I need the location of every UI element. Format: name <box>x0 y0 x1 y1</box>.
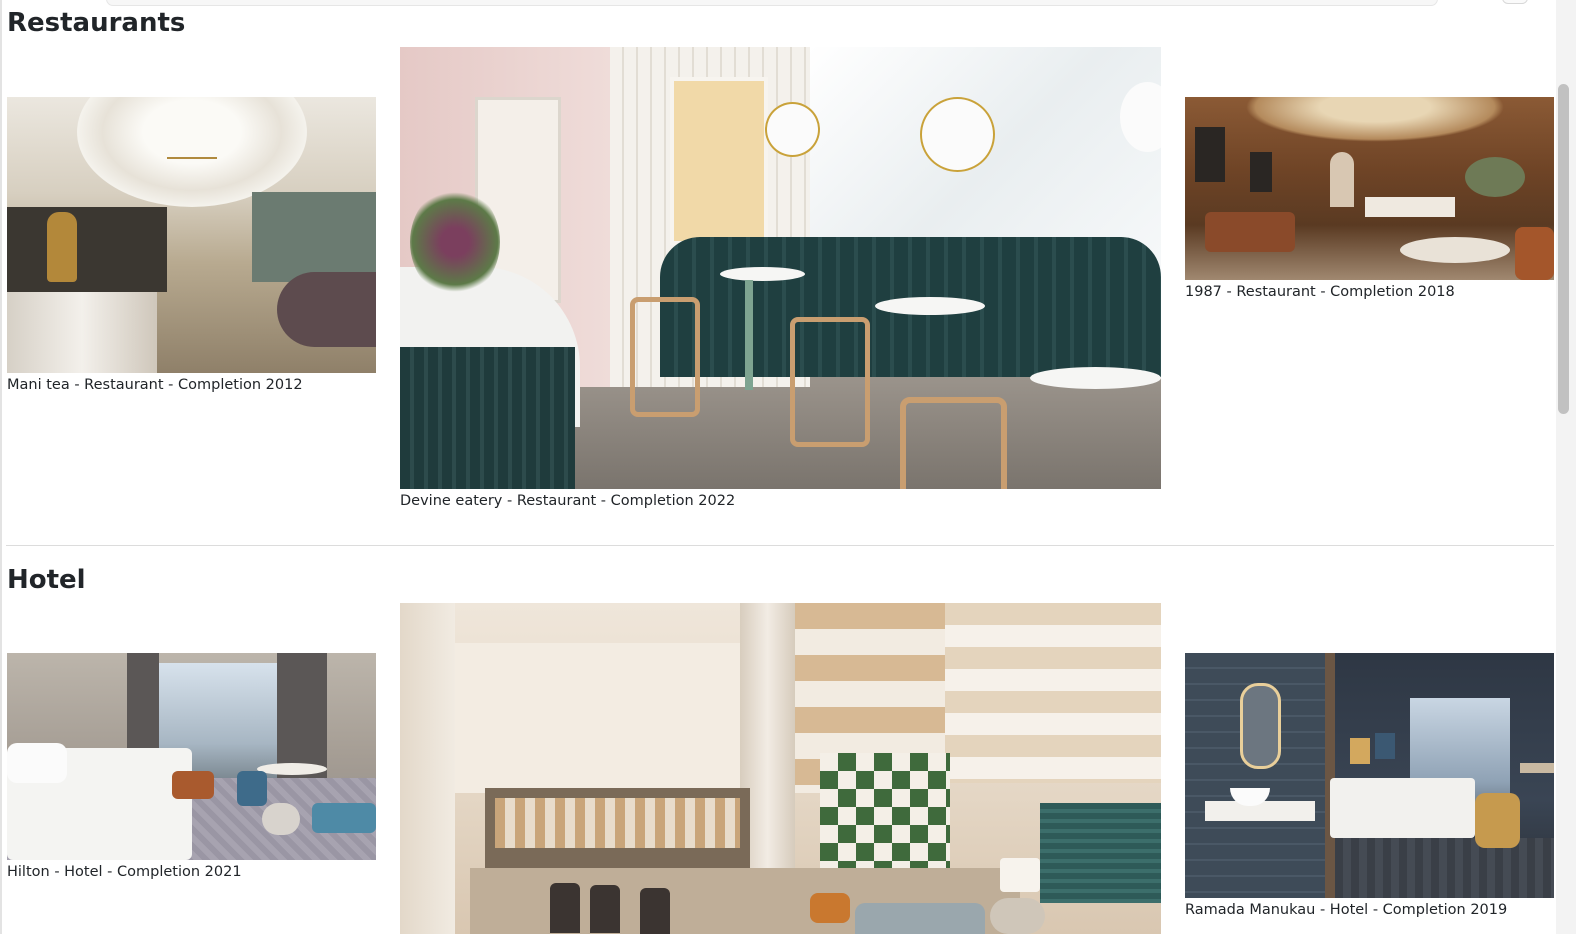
section-heading-restaurants: Restaurants <box>7 8 186 38</box>
project-caption: 1987 - Restaurant - Completion 2018 <box>1185 284 1455 300</box>
project-photo-devine-eatery[interactable] <box>400 47 1161 489</box>
section-divider <box>6 545 1554 546</box>
project-photo-hotel-atrium[interactable] <box>400 603 1161 934</box>
section-heading-hotel: Hotel <box>7 565 86 595</box>
project-caption: Hilton - Hotel - Completion 2021 <box>7 864 242 880</box>
project-card-ramada-manukau[interactable]: Ramada Manukau - Hotel - Completion 2019 <box>1185 653 1554 919</box>
project-caption: Ramada Manukau - Hotel - Completion 2019 <box>1185 902 1508 918</box>
project-photo-mani-tea[interactable] <box>7 97 376 373</box>
project-card-hotel-atrium[interactable] <box>400 603 1161 937</box>
project-card-1987[interactable]: 1987 - Restaurant - Completion 2018 <box>1185 97 1554 301</box>
scrollbar-thumb[interactable] <box>1558 84 1569 414</box>
search-field[interactable] <box>106 0 1438 6</box>
project-card-hilton[interactable]: Hilton - Hotel - Completion 2021 <box>7 653 376 881</box>
project-photo-1987[interactable] <box>1185 97 1554 280</box>
project-photo-ramada-manukau[interactable] <box>1185 653 1554 898</box>
top-bar <box>0 0 1556 10</box>
project-caption: Devine eatery - Restaurant - Completion … <box>400 493 736 509</box>
project-card-mani-tea[interactable]: Mani tea - Restaurant - Completion 2012 <box>7 97 376 394</box>
project-caption: Mani tea - Restaurant - Completion 2012 <box>7 377 303 393</box>
toolbar-button[interactable] <box>1502 0 1528 4</box>
window-edge <box>0 0 2 934</box>
project-photo-hilton[interactable] <box>7 653 376 860</box>
project-card-devine-eatery[interactable]: Devine eatery - Restaurant - Completion … <box>400 47 1161 510</box>
